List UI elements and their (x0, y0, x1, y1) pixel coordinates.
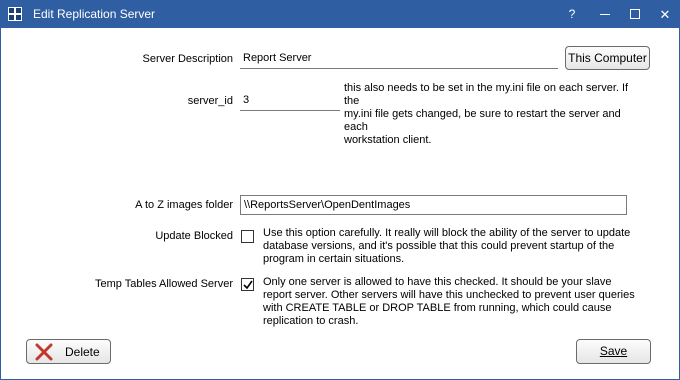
update-blocked-checkbox[interactable] (241, 230, 254, 243)
server-description-input[interactable]: Report Server (240, 49, 558, 69)
server-id-label: server_id (187, 95, 233, 107)
server-id-note-line: my.ini file gets changed, be sure to res… (344, 108, 621, 133)
atoz-folder-input[interactable]: \\ReportsServer\OpenDentImages (240, 195, 627, 215)
delete-x-icon (35, 343, 53, 361)
update-blocked-label: Update Blocked (155, 230, 233, 242)
temp-tables-note-line: with CREATE TABLE or DROP TABLE from run… (263, 302, 612, 314)
edit-replication-server-dialog: Edit Replication Server ? ✕ Server Descr… (0, 0, 680, 380)
close-button[interactable]: ✕ (650, 1, 680, 28)
temp-tables-checkbox[interactable] (241, 278, 254, 291)
minimize-icon (600, 14, 610, 15)
app-icon (8, 7, 22, 21)
update-blocked-note-line: program in certain situations. (263, 253, 405, 265)
update-blocked-note-line: Use this option carefully. It really wil… (263, 227, 631, 239)
maximize-icon (630, 9, 640, 19)
update-blocked-note: Use this option carefully. It really wil… (263, 227, 643, 266)
atoz-folder-label: A to Z images folder (135, 199, 233, 211)
window-title: Edit Replication Server (33, 7, 156, 21)
update-blocked-note-line: database versions, and it's possible tha… (263, 240, 615, 252)
title-bar[interactable]: Edit Replication Server ? ✕ (1, 1, 679, 28)
server-id-note-line: workstation client. (344, 134, 432, 146)
maximize-button[interactable] (620, 1, 650, 28)
minimize-button[interactable] (590, 1, 620, 28)
server-description-label: Server Description (142, 53, 233, 65)
temp-tables-note: Only one server is allowed to have this … (263, 276, 643, 328)
delete-button[interactable]: Delete (26, 339, 111, 364)
temp-tables-note-line: Only one server is allowed to have this … (263, 276, 612, 288)
temp-tables-label: Temp Tables Allowed Server (95, 278, 233, 290)
temp-tables-note-line: report server. Other servers will have t… (263, 289, 635, 301)
help-button[interactable]: ? (557, 1, 587, 28)
save-button[interactable]: Save (576, 339, 651, 364)
this-computer-button[interactable]: This Computer (565, 46, 650, 70)
checkmark-icon (243, 280, 253, 290)
delete-label: Delete (65, 345, 100, 359)
server-id-input[interactable]: 3 (240, 91, 340, 111)
temp-tables-note-line: replication to crash. (263, 315, 359, 327)
server-id-note: this also needs to be set in the my.ini … (344, 82, 644, 147)
save-label: Save (599, 344, 628, 358)
server-id-note-line: this also needs to be set in the my.ini … (344, 82, 629, 107)
